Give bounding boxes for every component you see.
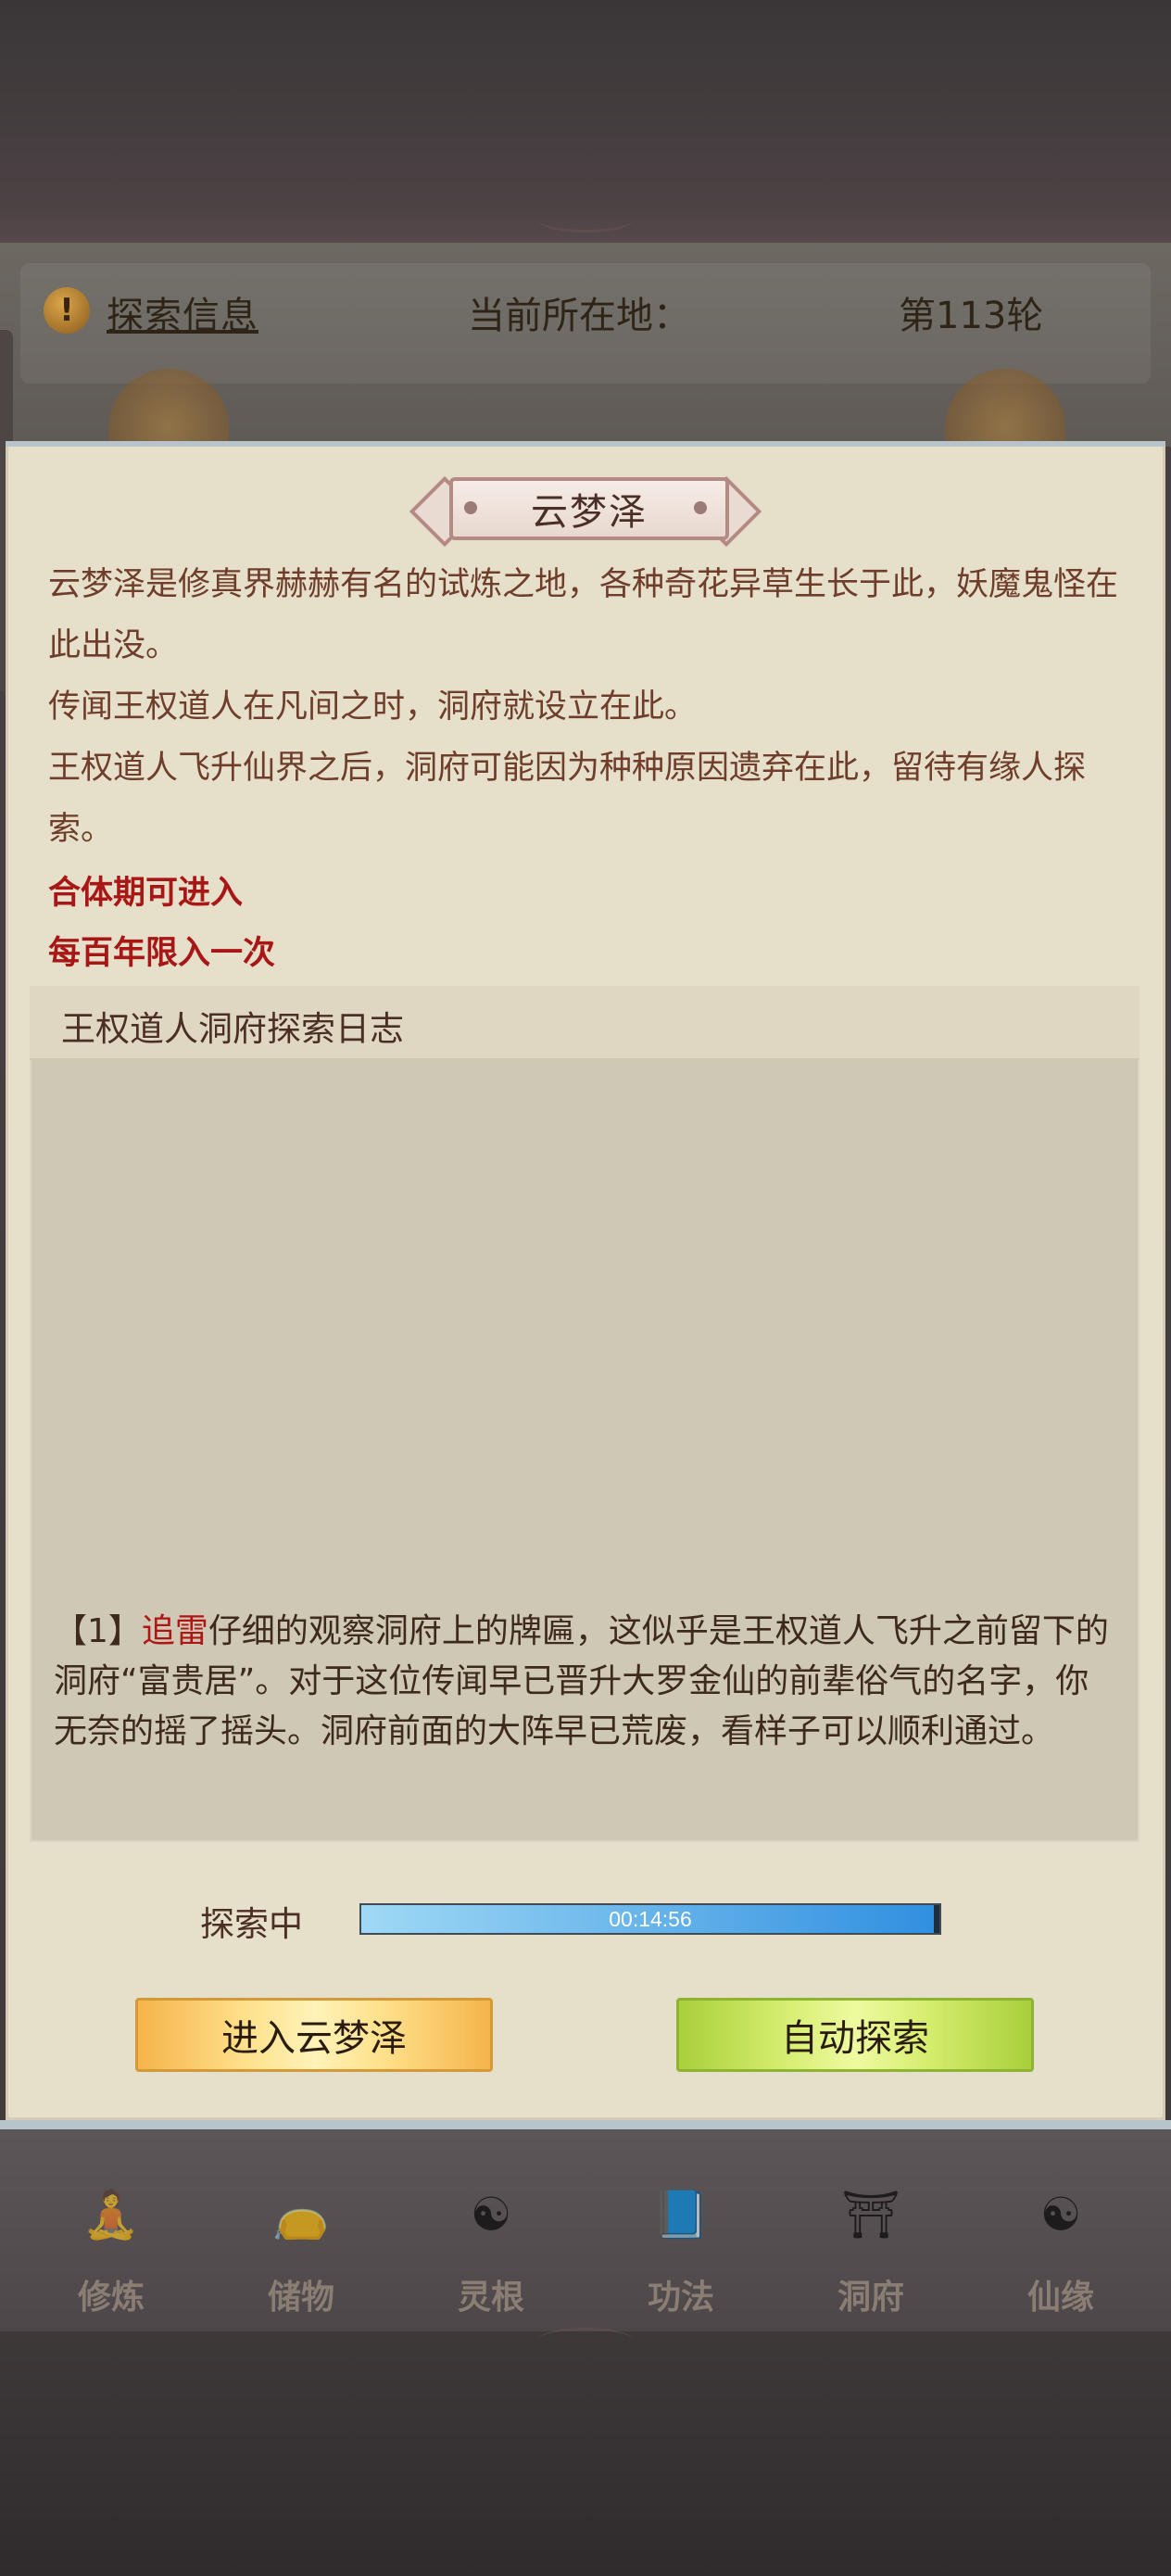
- nav-item-label: 仙缘: [1026, 2279, 1094, 2317]
- nav-item-storage[interactable]: 👝 储物: [227, 2168, 375, 2317]
- nav-item-label: 储物: [267, 2279, 334, 2317]
- immortal-fate-icon: ☯: [1039, 2188, 1082, 2241]
- exploration-progress-bar: 00:14:56: [359, 1903, 941, 1935]
- plaque-left-dot: [464, 501, 477, 514]
- enter-location-button[interactable]: 进入云梦泽: [135, 1998, 493, 2072]
- location-title: 云梦泽: [531, 491, 648, 534]
- plaque-body: 云梦泽: [449, 477, 729, 540]
- panel-top-border: [6, 441, 1165, 447]
- nav-item-label: 洞府: [837, 2279, 904, 2317]
- nav-item-skills[interactable]: 📘 功法: [607, 2168, 755, 2317]
- round-counter: 第113轮: [899, 295, 1044, 337]
- current-location-label: 当前所在地：: [468, 295, 690, 337]
- exploring-status-label: 探索中: [200, 1904, 303, 1944]
- requirement-realm: 合体期可进入: [48, 875, 244, 912]
- nav-item-immortal-fate[interactable]: ☯ 仙缘: [987, 2168, 1135, 2317]
- description-paragraph: 传闻王权道人在凡间之时，洞府就设立在此。: [48, 688, 698, 726]
- exclamation-icon[interactable]: !: [44, 287, 90, 334]
- log-entry-character-name: 追雷: [141, 1612, 208, 1650]
- top-ornament: [537, 206, 634, 233]
- description-paragraph: 云梦泽是修真界赫赫有名的试炼之地，各种奇花异草生长于此，妖魔鬼怪在此出没。: [48, 566, 1119, 664]
- log-entry: 【1】追雷仔细的观察洞府上的牌匾，这似乎是王权道人飞升之前留下的洞府“富贵居”。…: [54, 1607, 1119, 1757]
- nav-item-label: 修炼: [77, 2279, 145, 2317]
- plaque-right-dot: [694, 501, 707, 514]
- bottom-ornament: [537, 2328, 634, 2353]
- spirit-root-icon: ☯: [470, 2188, 512, 2241]
- storage-bag-icon: 👝: [271, 2187, 331, 2241]
- nav-item-label: 灵根: [457, 2279, 524, 2317]
- nav-item-cave[interactable]: ⛩ 洞府: [797, 2168, 945, 2317]
- location-title-plaque: 云梦泽: [409, 475, 762, 548]
- cultivate-icon: 🧘: [82, 2187, 141, 2241]
- nav-item-label: 功法: [647, 2279, 714, 2317]
- exploration-log-title: 王权道人洞府探索日志: [61, 1009, 404, 1049]
- requirement-frequency: 每百年限入一次: [48, 935, 276, 972]
- log-entry-text: 仔细的观察洞府上的牌匾，这似乎是王权道人飞升之前留下的洞府“富贵居”。对于这位传…: [54, 1612, 1109, 1750]
- description-paragraph: 王权道人飞升仙界之后，洞府可能因为种种原因遗弃在此，留待有缘人探索。: [48, 750, 1087, 848]
- exploration-info-link[interactable]: 探索信息: [107, 285, 258, 339]
- skill-book-icon: 📘: [651, 2187, 711, 2241]
- nav-item-spirit-root[interactable]: ☯ 灵根: [417, 2168, 565, 2317]
- cave-dwelling-icon: ⛩: [841, 2187, 900, 2241]
- log-entry-index: 【1】: [54, 1612, 142, 1650]
- nav-item-cultivate[interactable]: 🧘 修炼: [37, 2168, 185, 2317]
- auto-explore-button[interactable]: 自动探索: [676, 1998, 1034, 2072]
- location-description: 云梦泽是修真界赫赫有名的试炼之地，各种奇花异草生长于此，妖魔鬼怪在此出没。 传闻…: [48, 554, 1123, 860]
- progress-timer: 00:14:56: [609, 1907, 692, 1931]
- panel-bottom-border: [0, 2120, 1171, 2129]
